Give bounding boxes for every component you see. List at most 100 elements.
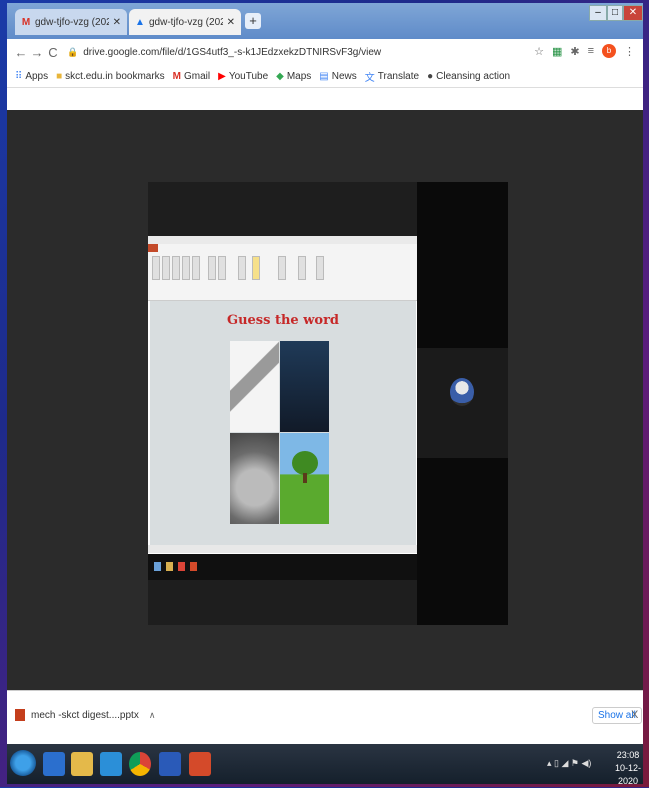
tree-image	[280, 433, 329, 524]
window-close-button[interactable]: ✕	[623, 5, 643, 21]
ribbon	[148, 244, 418, 301]
bookmark-label: skct.edu.in bookmarks	[65, 70, 165, 82]
ribbon-group	[192, 256, 200, 280]
ribbon-group	[278, 256, 286, 280]
chrome-icon[interactable]	[129, 752, 151, 776]
download-filename: mech -skct digest....pptx	[31, 709, 139, 721]
clock-time: 23:08	[616, 750, 640, 760]
system-tray[interactable]: ▴ ▯ ◢ ⚑ ◀)	[547, 758, 591, 769]
close-icon[interactable]: ✕	[227, 17, 235, 28]
pocket-image	[280, 341, 329, 432]
tab-1[interactable]: M gdw-tjfo-vzg (2020-12-10 at 02: ✕	[15, 9, 127, 35]
playlist-icon[interactable]: ≡	[588, 45, 594, 57]
presentation-statusbar	[148, 545, 418, 553]
toolbar-actions: ☆ ▦ ✱ ≡ b ⋮	[534, 44, 635, 58]
drive-icon: ▲	[135, 16, 145, 28]
globe-icon: ●	[427, 70, 434, 82]
bookmark-maps[interactable]: ◆ Maps	[276, 71, 311, 82]
tab-strip: M gdw-tjfo-vzg (2020-12-10 at 02: ✕ ▲ gd…	[7, 3, 643, 39]
participant-avatar	[450, 378, 474, 406]
new-tab-button[interactable]: +	[245, 13, 261, 29]
bookmarks-bar: ⠿ Apps ■ skct.edu.in bookmarks M Gmail ▶ You…	[7, 65, 643, 88]
extension-icon[interactable]: ▦	[552, 45, 562, 58]
url-text: drive.google.com/file/d/1GS4utf3_-s-k1JE…	[83, 46, 382, 58]
browser-window: M gdw-tjfo-vzg (2020-12-10 at 02: ✕ ▲ gd…	[7, 3, 643, 744]
shared-taskbar-icon	[154, 562, 161, 571]
powerpoint-icon[interactable]	[189, 752, 211, 776]
word-icon[interactable]	[159, 752, 181, 776]
ribbon-group	[252, 256, 260, 280]
address-toolbar: ← → C 🔒 drive.google.com/file/d/1GS4utf3…	[7, 39, 643, 65]
slide: Guess the word	[150, 301, 416, 545]
ruler-image	[230, 341, 279, 432]
participants-panel	[417, 182, 508, 625]
news-icon: ▤	[319, 70, 329, 82]
star-icon[interactable]: ☆	[534, 45, 544, 58]
ribbon-group	[182, 256, 190, 280]
shared-taskbar-icon	[178, 562, 185, 571]
clock[interactable]: 23:08 10-12-2020	[613, 749, 643, 788]
video-frame[interactable]: Guess the word	[148, 182, 418, 625]
close-download-bar-icon[interactable]: X	[631, 709, 638, 721]
internet-explorer-icon[interactable]	[43, 752, 65, 776]
tab-2[interactable]: ▲ gdw-tjfo-vzg (2020-12-10 at 02: ✕	[129, 9, 241, 35]
close-icon[interactable]: ✕	[113, 17, 121, 28]
ribbon-group	[162, 256, 170, 280]
video-viewer-area: Guess the word	[7, 110, 643, 690]
reload-icon[interactable]: C	[45, 45, 61, 60]
picture-grid	[230, 341, 330, 525]
bookmark-label: Maps	[286, 70, 312, 82]
media-player-icon[interactable]	[100, 752, 122, 776]
pptx-file-icon	[15, 709, 25, 721]
back-icon[interactable]: ←	[13, 45, 29, 60]
tree-crown	[292, 451, 318, 475]
bookmark-label: Gmail	[184, 70, 211, 82]
youtube-icon: ▶	[218, 70, 226, 82]
file-tab	[148, 244, 158, 252]
bookmark-label: Cleansing action	[436, 70, 511, 82]
start-button[interactable]	[10, 750, 36, 776]
shared-taskbar-icon	[190, 562, 197, 571]
bookmark-label: YouTube	[228, 70, 269, 82]
avatar[interactable]: b	[602, 44, 616, 58]
file-explorer-icon[interactable]	[71, 752, 93, 776]
slide-title: Guess the word	[226, 313, 340, 328]
gmail-icon: M	[21, 16, 31, 28]
shared-screen: Guess the word	[148, 236, 418, 580]
apps-icon: ⠿	[15, 70, 23, 82]
ribbon-group	[298, 256, 306, 280]
clock-date: 10-12-2020	[614, 763, 641, 786]
minimize-button[interactable]: –	[589, 5, 607, 21]
bookmark-news[interactable]: ▤ News	[319, 71, 356, 82]
ribbon-group	[238, 256, 246, 280]
chevron-up-icon[interactable]: ∧	[149, 710, 156, 721]
ribbon-group	[172, 256, 180, 280]
bookmark-youtube[interactable]: ▶ YouTube	[218, 71, 268, 82]
menu-icon[interactable]: ⋮	[624, 45, 635, 58]
bookmark-label: Apps	[25, 70, 49, 82]
ribbon-group	[218, 256, 226, 280]
translate-icon: 文	[364, 72, 375, 84]
puzzle-icon[interactable]: ✱	[570, 45, 579, 58]
shared-taskbar	[148, 554, 418, 580]
tab-2-label: gdw-tjfo-vzg (2020-12-10 at 02:	[149, 16, 223, 28]
folder-icon: ■	[56, 70, 63, 82]
download-item[interactable]: mech -skct digest....pptx ∧	[15, 709, 155, 721]
ribbon-group	[208, 256, 216, 280]
bookmark-gmail[interactable]: M Gmail	[173, 71, 210, 82]
tab-1-label: gdw-tjfo-vzg (2020-12-10 at 02:	[35, 16, 109, 28]
traffic-smoke-image	[230, 433, 279, 524]
address-bar[interactable]: 🔒 drive.google.com/file/d/1GS4utf3_-s-k1…	[67, 47, 381, 58]
forward-icon[interactable]: →	[29, 45, 45, 60]
ribbon-group	[152, 256, 160, 280]
bookmark-apps[interactable]: ⠿ Apps	[15, 71, 48, 82]
bookmark-translate[interactable]: 文 Translate	[365, 69, 419, 84]
maximize-button[interactable]: □	[607, 5, 623, 21]
bookmark-cleansing[interactable]: ● Cleansing action	[427, 71, 510, 82]
participant-tile[interactable]	[417, 348, 508, 458]
bookmark-label: News	[331, 70, 357, 82]
lock-icon: 🔒	[67, 46, 79, 57]
bookmark-skct[interactable]: ■ skct.edu.in bookmarks	[56, 71, 165, 82]
presentation-titlebar	[148, 236, 418, 244]
tree-trunk	[303, 473, 307, 483]
